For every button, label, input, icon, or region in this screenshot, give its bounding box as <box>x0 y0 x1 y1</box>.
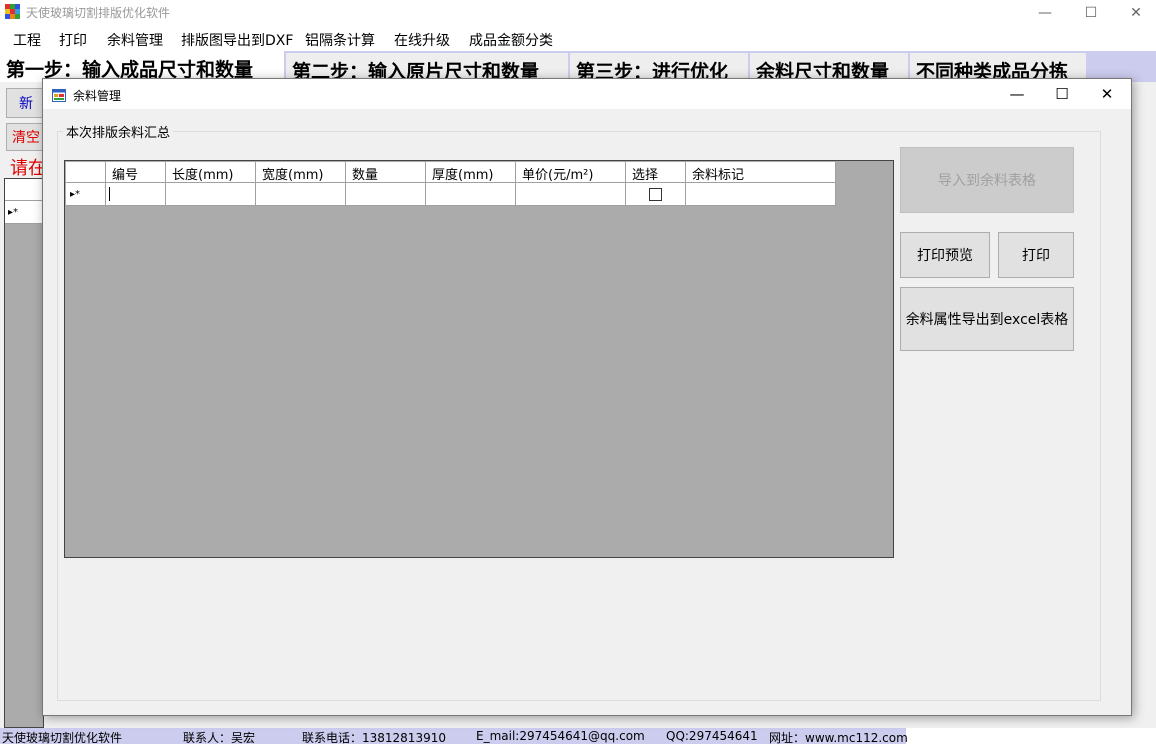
select-checkbox[interactable] <box>649 188 662 201</box>
cell-width-input[interactable] <box>256 183 346 206</box>
cell-select <box>626 183 686 206</box>
menu-export-dxf[interactable]: 排版图导出到DXF <box>181 30 293 50</box>
app-icon <box>5 4 20 19</box>
cell-quantity-input[interactable] <box>346 183 426 206</box>
clear-button[interactable]: 清空 <box>6 123 46 151</box>
dialog-minimize-button[interactable]: — <box>994 79 1040 109</box>
print-button[interactable]: 打印 <box>998 232 1074 278</box>
app-title: 天使玻璃切割排版优化软件 <box>26 6 171 20</box>
menu-print[interactable]: 打印 <box>59 30 87 50</box>
cell-thickness-input[interactable] <box>426 183 516 206</box>
group-title: 本次排版余料汇总 <box>63 122 174 141</box>
text-cursor <box>109 187 110 201</box>
maximize-button[interactable]: ☐ <box>1068 0 1114 26</box>
product-grid-new-row[interactable]: ▸* <box>5 201 43 224</box>
cell-number-input[interactable] <box>106 183 166 206</box>
column-header-quantity[interactable]: 数量 <box>346 162 426 183</box>
remnant-grid[interactable]: 编号 长度(mm) 宽度(mm) 数量 厚度(mm) 单价(元/m²) 选择 余… <box>64 160 894 558</box>
dialog-maximize-button[interactable]: ☐ <box>1039 79 1085 109</box>
menu-online-upgrade[interactable]: 在线升级 <box>394 30 450 50</box>
new-button[interactable]: 新 <box>6 88 46 118</box>
dialog-app-icon <box>52 87 66 102</box>
status-website: 网址：www.mc112.com <box>769 731 908 745</box>
column-header-thickness[interactable]: 厚度(mm) <box>426 162 516 183</box>
menu-aluminum-spacer[interactable]: 铝隔条计算 <box>305 30 375 50</box>
menu-product-amount-category[interactable]: 成品金额分类 <box>469 30 553 50</box>
column-header-remnant-mark[interactable]: 余料标记 <box>686 162 836 183</box>
column-header-width[interactable]: 宽度(mm) <box>256 162 346 183</box>
status-contact: 联系人：吴宏 <box>183 731 256 745</box>
new-row-marker: ▸* <box>66 183 106 206</box>
menu-bar: 工程 打印 余料管理 排版图导出到DXF 铝隔条计算 在线升级 成品金额分类 <box>0 26 1156 51</box>
grid-corner-header <box>66 162 106 183</box>
minimize-button[interactable]: — <box>1022 0 1068 26</box>
menu-remnant-management[interactable]: 余料管理 <box>107 30 163 50</box>
product-grid-header <box>5 179 43 201</box>
main-titlebar: 天使玻璃切割排版优化软件 — ☐ ✕ <box>0 0 1156 26</box>
cell-length-input[interactable] <box>166 183 256 206</box>
column-header-number[interactable]: 编号 <box>106 162 166 183</box>
cell-unit-price-input[interactable] <box>516 183 626 206</box>
dialog-close-button[interactable]: ✕ <box>1084 79 1130 109</box>
print-preview-button[interactable]: 打印预览 <box>900 232 990 278</box>
hint-text: 请在 <box>10 158 46 179</box>
export-excel-button[interactable]: 余料属性导出到excel表格 <box>900 287 1074 351</box>
cell-remnant-mark-input[interactable] <box>686 183 836 206</box>
dialog-titlebar: 余料管理 — ☐ ✕ <box>43 79 1131 109</box>
column-header-unit-price[interactable]: 单价(元/m²) <box>516 162 626 183</box>
menu-project[interactable]: 工程 <box>13 30 41 50</box>
status-phone: 联系电话：13812813910 <box>302 731 446 745</box>
dialog-title: 余料管理 <box>73 89 122 103</box>
remnant-management-dialog: 余料管理 — ☐ ✕ 本次排版余料汇总 编号 长度(mm) 宽度(mm) 数量 … <box>42 78 1132 716</box>
status-qq: QQ:297454641 <box>666 729 758 743</box>
status-bar: 天使玻璃切割优化软件 联系人：吴宏 联系电话：13812813910 E_mai… <box>0 728 908 745</box>
column-header-select[interactable]: 选择 <box>626 162 686 183</box>
product-grid[interactable]: ▸* <box>4 178 44 728</box>
import-to-remnant-table-button[interactable]: 导入到余料表格 <box>900 147 1074 213</box>
status-app-name: 天使玻璃切割优化软件 <box>2 731 123 745</box>
status-email: E_mail:297454641@qq.com <box>476 729 645 743</box>
column-header-length[interactable]: 长度(mm) <box>166 162 256 183</box>
close-button[interactable]: ✕ <box>1113 0 1156 26</box>
